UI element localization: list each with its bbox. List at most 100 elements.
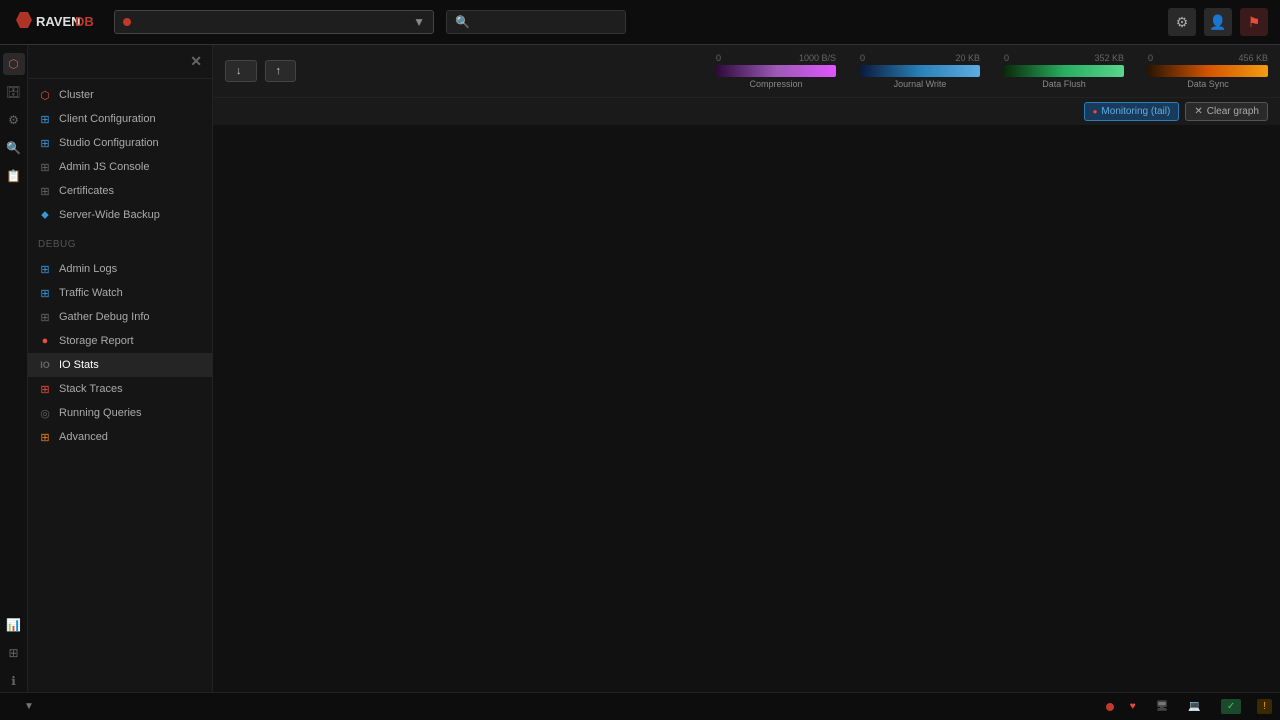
sidebar-close-button[interactable]: ✕ [190, 53, 202, 70]
sidebar-item-admin-logs[interactable]: ⊞ Admin Logs [28, 257, 212, 281]
sidebar-item-certificates[interactable]: ⊞ Certificates [28, 179, 212, 203]
sidebar-item-label: Client Configuration [59, 113, 156, 125]
sidebar-item-advanced[interactable]: ⊞ Advanced [28, 425, 212, 449]
sidebar-item-label: Stack Traces [59, 383, 123, 395]
monitoring-button[interactable]: ● Monitoring (tail) [1084, 102, 1180, 121]
sidebar-item-client-config[interactable]: ⊞ Client Configuration [28, 107, 212, 131]
legend-data-flush: 0 352 KB Data Flush [1004, 53, 1124, 89]
running-queries-icon: ◎ [38, 406, 52, 420]
chevron-down-icon: ▼ [413, 15, 425, 29]
nav-tasks-icon[interactable]: 📋 [3, 165, 25, 187]
clear-label: Clear graph [1207, 106, 1259, 117]
monitoring-dot: ● [1093, 107, 1098, 116]
sidebar-item-label: Certificates [59, 185, 114, 197]
nav-settings-icon[interactable]: ⚙ [3, 109, 25, 131]
content-area: ↓ ↑ 0 1000 B/S Compression [213, 45, 1280, 692]
sidebar-item-label: Storage Report [59, 335, 134, 347]
sidebar-header: ✕ [28, 45, 212, 79]
cluster-icon: ⬡ [38, 88, 52, 102]
legend: 0 1000 B/S Compression 0 20 KB Journal W… [716, 53, 1268, 89]
svg-text:DB: DB [75, 14, 94, 29]
alert-dot [1106, 703, 1114, 711]
statusbar: ▼ ♥ 🖥 💻 ✓ ! [0, 692, 1280, 720]
icon-bar: ⬡ 🗄 ⚙ 🔍 📋 📊 ⊞ ℹ [0, 45, 28, 692]
export-icon: ↓ [236, 65, 242, 77]
sidebar-item-label: Cluster [59, 89, 94, 101]
data-flush-label: Data Flush [1042, 79, 1086, 89]
io-chart-canvas [213, 125, 513, 275]
status-filter: ▼ [24, 701, 42, 712]
search-icon: 🔍 [455, 15, 470, 29]
advanced-icon: ⊞ [38, 430, 52, 444]
server-backup-icon: ⬥ [38, 208, 52, 222]
topbar: RAVEN DB ▼ 🔍 ⚙ 👤 ⚑ [0, 0, 1280, 45]
legend-compression: 0 1000 B/S Compression [716, 53, 836, 89]
nav-info-icon[interactable]: ℹ [3, 670, 25, 692]
nav-stats-icon[interactable]: 📊 [3, 614, 25, 636]
admin-js-icon: ⊞ [38, 160, 52, 174]
status-node: ♥ [1130, 701, 1140, 712]
settings-icon[interactable]: ⚙ [1168, 8, 1196, 36]
gather-debug-icon: ⊞ [38, 310, 52, 324]
io-stats-icon: IO [38, 358, 52, 372]
logo: RAVEN DB [12, 7, 102, 37]
db-selector[interactable]: ▼ [114, 10, 434, 34]
search-input[interactable] [476, 16, 616, 28]
stack-traces-icon: ⊞ [38, 382, 52, 396]
export-button[interactable]: ↓ [225, 60, 257, 82]
sidebar-item-traffic-watch[interactable]: ⊞ Traffic Watch [28, 281, 212, 305]
journal-write-bar [860, 65, 980, 77]
client-config-icon: ⊞ [38, 112, 52, 126]
filter-icon: ▼ [24, 701, 34, 712]
monitoring-label: Monitoring (tail) [1101, 106, 1170, 117]
sidebar-item-label: Studio Configuration [59, 137, 159, 149]
topbar-icons: ⚙ 👤 ⚑ [1168, 8, 1268, 36]
status-badge-yellow: ! [1257, 699, 1272, 714]
status-version2: 💻 [1188, 701, 1204, 712]
sidebar-item-label: IO Stats [59, 359, 99, 371]
import-button[interactable]: ↑ [265, 60, 297, 82]
data-sync-label: Data Sync [1187, 79, 1229, 89]
svg-text:RAVEN: RAVEN [36, 14, 81, 29]
sidebar-item-io-stats[interactable]: IO IO Stats [28, 353, 212, 377]
journal-write-label: Journal Write [894, 79, 947, 89]
legend-journal-write: 0 20 KB Journal Write [860, 53, 980, 89]
compression-bar [716, 65, 836, 77]
sidebar-item-running-queries[interactable]: ◎ Running Queries [28, 401, 212, 425]
storage-report-icon: ● [38, 334, 52, 348]
sidebar-item-label: Running Queries [59, 407, 142, 419]
heart-icon: ♥ [1130, 701, 1136, 712]
sidebar-item-label: Admin Logs [59, 263, 117, 275]
sidebar-item-label: Server-Wide Backup [59, 209, 160, 221]
certificates-icon: ⊞ [38, 184, 52, 198]
io-stats-area [213, 125, 1280, 692]
nav-search-icon[interactable]: 🔍 [3, 137, 25, 159]
sidebar-item-gather-debug[interactable]: ⊞ Gather Debug Info [28, 305, 212, 329]
sidebar-item-storage-report[interactable]: ● Storage Report [28, 329, 212, 353]
search-box[interactable]: 🔍 [446, 10, 626, 34]
legend-data-sync: 0 456 KB Data Sync [1148, 53, 1268, 89]
sidebar-item-cluster[interactable]: ⬡ Cluster [28, 83, 212, 107]
nav-server-icon[interactable]: ⬡ [3, 53, 25, 75]
cpu-icon: 💻 [1188, 701, 1200, 712]
sidebar: ✕ ⬡ Cluster ⊞ Client Configuration ⊞ Stu… [28, 45, 213, 692]
nav-databases-icon[interactable]: 🗄 [3, 81, 25, 103]
nav-grid-icon[interactable]: ⊞ [3, 642, 25, 664]
sidebar-item-server-backup[interactable]: ⬥ Server-Wide Backup [28, 203, 212, 227]
main-layout: ⬡ 🗄 ⚙ 🔍 📋 📊 ⊞ ℹ ✕ ⬡ Cluster ⊞ Client Con… [0, 45, 1280, 692]
toolbar: ↓ ↑ 0 1000 B/S Compression [213, 45, 1280, 98]
sidebar-item-admin-js[interactable]: ⊞ Admin JS Console [28, 155, 212, 179]
clear-graph-button[interactable]: ✕ Clear graph [1185, 102, 1268, 121]
flag-icon[interactable]: ⚑ [1240, 8, 1268, 36]
data-flush-bar [1004, 65, 1124, 77]
sidebar-item-stack-traces[interactable]: ⊞ Stack Traces [28, 377, 212, 401]
import-icon: ↑ [276, 65, 282, 77]
sidebar-item-label: Admin JS Console [59, 161, 150, 173]
sidebar-item-label: Traffic Watch [59, 287, 123, 299]
sidebar-section-main: ⬡ Cluster ⊞ Client Configuration ⊞ Studi… [28, 79, 212, 231]
traffic-watch-icon: ⊞ [38, 286, 52, 300]
debug-section-label: DEBUG [28, 231, 212, 253]
clear-icon: ✕ [1194, 106, 1202, 117]
sidebar-item-studio-config[interactable]: ⊞ Studio Configuration [28, 131, 212, 155]
user-icon[interactable]: 👤 [1204, 8, 1232, 36]
